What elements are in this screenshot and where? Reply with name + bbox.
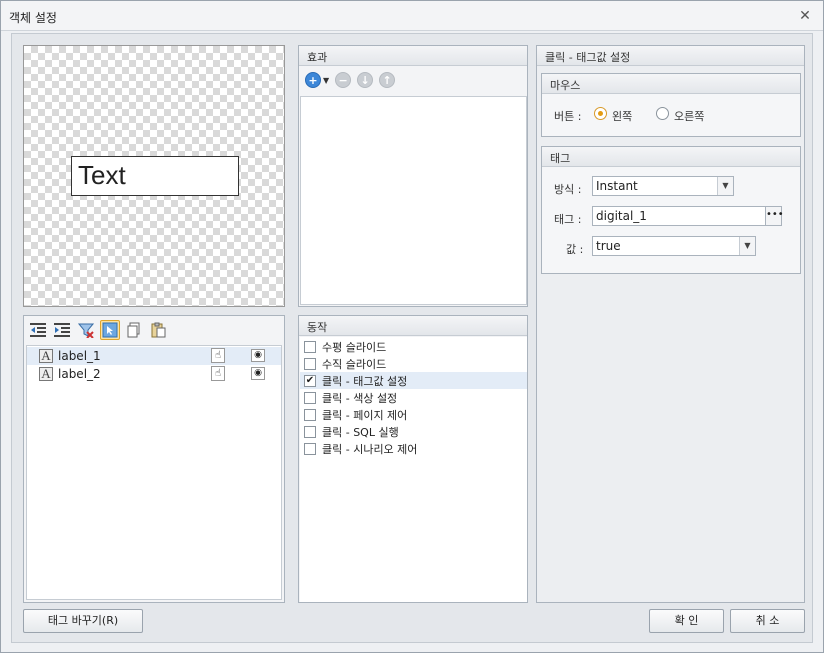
- outdent-icon[interactable]: [28, 320, 48, 340]
- close-icon[interactable]: ✕: [797, 8, 813, 24]
- label-object-icon: A: [39, 367, 53, 381]
- object-row[interactable]: A label_2 ☝ ◉: [27, 365, 281, 383]
- object-list-panel: A label_1 ☝ ◉ A label_2 ☝ ◉: [23, 315, 285, 603]
- label-object-icon: A: [39, 349, 53, 363]
- object-select-icon[interactable]: [100, 320, 120, 340]
- chevron-down-icon[interactable]: ▼: [739, 237, 755, 255]
- method-value: Instant: [596, 179, 638, 193]
- action-label: 수평 슬라이드: [322, 340, 387, 354]
- object-name: label_2: [58, 367, 101, 381]
- title-bar: 객체 설정 ✕: [1, 1, 823, 31]
- method-select[interactable]: Instant ▼: [592, 176, 734, 196]
- action-label: 클릭 - 태그값 설정: [322, 374, 408, 388]
- checkbox[interactable]: [304, 425, 316, 438]
- tag-label: 태그 :: [554, 213, 582, 226]
- chevron-down-icon[interactable]: ▼: [717, 177, 733, 195]
- action-label: 클릭 - 시나리오 제어: [322, 442, 418, 456]
- action-label: 클릭 - SQL 실행: [322, 425, 399, 439]
- preview-text-object[interactable]: Text: [71, 156, 239, 196]
- list-item[interactable]: 수직 슬라이드: [300, 355, 527, 372]
- preview-canvas: Text: [23, 45, 285, 307]
- add-effect-icon[interactable]: +: [305, 72, 321, 88]
- method-label: 방식 :: [554, 183, 582, 196]
- action-label: 수직 슬라이드: [322, 357, 387, 371]
- remove-effect-icon[interactable]: −: [335, 72, 352, 88]
- list-item[interactable]: 클릭 - 색상 설정: [300, 389, 527, 406]
- object-tree: A label_1 ☝ ◉ A label_2 ☝ ◉: [26, 345, 282, 600]
- mouse-group: 마우스 버튼 : 왼쪽 오른쪽: [541, 73, 801, 137]
- radio-left-button[interactable]: [594, 107, 607, 120]
- move-down-icon[interactable]: ↓: [357, 72, 374, 88]
- action-label: 클릭 - 페이지 제어: [322, 408, 408, 422]
- checkbox-checked[interactable]: ✔: [304, 374, 316, 387]
- hand-pointer-icon[interactable]: ☝: [211, 366, 225, 381]
- value-label: 값 :: [566, 243, 584, 256]
- tag-group: 태그 방식 : Instant ▼ 태그 : digital_1 ••• 값 :…: [541, 146, 801, 274]
- mouse-button-label: 버튼 :: [554, 110, 582, 123]
- radio-left-label[interactable]: 왼쪽: [612, 108, 632, 124]
- actions-list: 수평 슬라이드 수직 슬라이드 ✔ 클릭 - 태그값 설정 클릭 - 색상 설정…: [300, 337, 527, 602]
- effects-list[interactable]: [300, 96, 527, 305]
- tag-value: digital_1: [596, 209, 647, 223]
- tag-field[interactable]: digital_1: [592, 206, 766, 226]
- copy-icon[interactable]: [124, 320, 144, 340]
- indent-icon[interactable]: [52, 320, 72, 340]
- move-up-icon[interactable]: ↑: [379, 72, 396, 88]
- value-value: true: [596, 239, 621, 253]
- checkbox[interactable]: [304, 340, 316, 353]
- radio-right-button[interactable]: [656, 107, 669, 120]
- paste-icon[interactable]: [148, 320, 168, 340]
- object-row[interactable]: A label_1 ☝ ◉: [27, 347, 281, 365]
- object-name: label_1: [58, 349, 101, 363]
- actions-panel: 동작 수평 슬라이드 수직 슬라이드 ✔ 클릭 - 태그값 설정 클릭 - 색상…: [298, 315, 528, 603]
- chevron-down-icon[interactable]: ▼: [323, 76, 329, 85]
- checkbox[interactable]: [304, 357, 316, 370]
- window-title: 객체 설정: [9, 11, 57, 25]
- dialog-content: Text A label_1 ☝ ◉ A label_2 ☝ ◉ 효과 + ▼ …: [11, 33, 813, 643]
- visibility-eye-icon[interactable]: ◉: [251, 349, 265, 362]
- list-item[interactable]: ✔ 클릭 - 태그값 설정: [300, 372, 527, 389]
- mouse-group-header: 마우스: [542, 74, 800, 94]
- object-settings-dialog: 객체 설정 ✕ Text A label_1 ☝ ◉ A label_2 ☝ ◉…: [0, 0, 824, 653]
- list-item[interactable]: 클릭 - 시나리오 제어: [300, 440, 527, 457]
- radio-right-label[interactable]: 오른쪽: [674, 108, 704, 124]
- list-item[interactable]: 클릭 - 페이지 제어: [300, 406, 527, 423]
- list-item[interactable]: 수평 슬라이드: [300, 338, 527, 355]
- value-select[interactable]: true ▼: [592, 236, 756, 256]
- effects-panel: 효과 + ▼ − ↓ ↑: [298, 45, 528, 307]
- browse-tag-button[interactable]: •••: [765, 206, 784, 226]
- hand-pointer-icon[interactable]: ☝: [211, 348, 225, 363]
- settings-header: 클릭 - 태그값 설정: [537, 46, 804, 66]
- change-tag-button[interactable]: 태그 바꾸기(R): [23, 609, 143, 633]
- checkbox[interactable]: [304, 442, 316, 455]
- actions-header: 동작: [299, 316, 527, 336]
- checkbox[interactable]: [304, 391, 316, 404]
- filter-clear-icon[interactable]: [76, 320, 96, 340]
- list-item[interactable]: 클릭 - SQL 실행: [300, 423, 527, 440]
- object-toolbar: [24, 316, 284, 344]
- action-settings-panel: 클릭 - 태그값 설정 마우스 버튼 : 왼쪽 오른쪽 태그 방식 : Inst…: [536, 45, 805, 603]
- ok-button[interactable]: 확 인: [649, 609, 724, 633]
- action-label: 클릭 - 색상 설정: [322, 391, 398, 405]
- effects-header: 효과: [299, 46, 527, 66]
- checkbox[interactable]: [304, 408, 316, 421]
- tag-group-header: 태그: [542, 147, 800, 167]
- cancel-button[interactable]: 취 소: [730, 609, 805, 633]
- effects-toolbar: + ▼ − ↓ ↑: [299, 66, 527, 94]
- visibility-eye-icon[interactable]: ◉: [251, 367, 265, 380]
